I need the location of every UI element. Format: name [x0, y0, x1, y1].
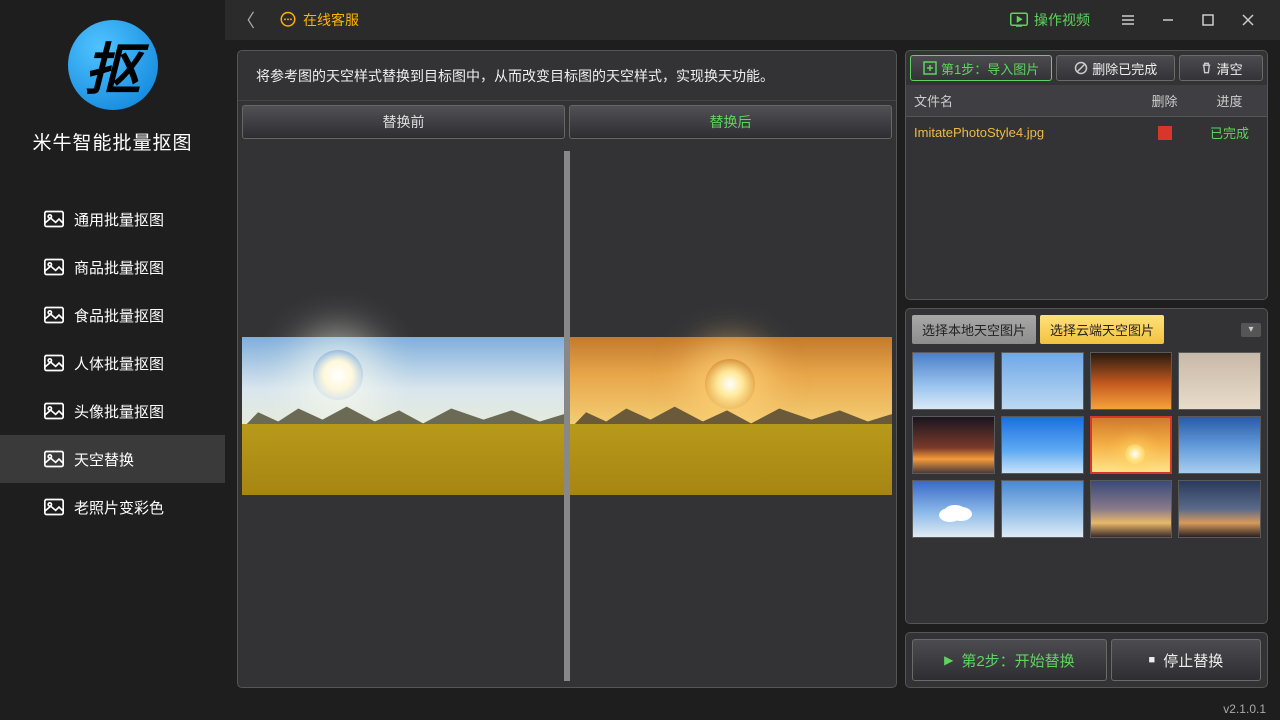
file-table-header: 文件名 删除 进度 [906, 85, 1267, 117]
sky-thumb[interactable] [912, 352, 995, 410]
import-button[interactable]: 第1步：导入图片 [910, 55, 1052, 81]
right-column: 第1步：导入图片 删除已完成 清空 文件名 删除 进度 ImitatePhoto… [905, 50, 1268, 688]
back-button[interactable]: 〈 [237, 7, 255, 33]
preview-split [242, 151, 892, 681]
nav-label: 通用批量抠图 [74, 209, 164, 230]
sky-thumb[interactable] [1090, 480, 1173, 538]
tab-before[interactable]: 替换前 [242, 105, 565, 139]
close-button[interactable] [1228, 0, 1268, 40]
sky-thumb-selected[interactable] [1090, 416, 1173, 474]
start-button[interactable]: 第2步：开始替换 [912, 639, 1107, 681]
operation-video[interactable]: 操作视频 [1010, 10, 1090, 30]
minimize-button[interactable] [1148, 0, 1188, 40]
online-support[interactable]: 在线客服 [279, 10, 359, 30]
delete-file-button[interactable] [1158, 126, 1172, 140]
trash-icon [1200, 61, 1213, 75]
file-panel: 第1步：导入图片 删除已完成 清空 文件名 删除 进度 ImitatePhoto… [905, 50, 1268, 300]
description: 将参考图的天空样式替换到目标图中，从而改变目标图的天空样式，实现换天功能。 [238, 51, 896, 101]
file-row[interactable]: ImitatePhotoStyle4.jpg 已完成 [906, 117, 1267, 148]
tab-local-sky[interactable]: 选择本地天空图片 [912, 315, 1036, 344]
sky-thumb[interactable] [912, 480, 995, 538]
preview-after [570, 151, 892, 681]
sky-thumb[interactable] [1178, 352, 1261, 410]
sky-thumb[interactable] [1178, 416, 1261, 474]
nav-label: 人体批量抠图 [74, 353, 164, 374]
menu-button[interactable] [1108, 0, 1148, 40]
tab-after[interactable]: 替换后 [569, 105, 892, 139]
collapse-toggle[interactable]: ▾ [1241, 323, 1261, 337]
nav-sky[interactable]: 天空替换 [0, 435, 225, 483]
clear-button[interactable]: 清空 [1179, 55, 1263, 81]
forbid-icon [1074, 61, 1088, 75]
maximize-button[interactable] [1188, 0, 1228, 40]
main-area: 将参考图的天空样式替换到目标图中，从而改变目标图的天空样式，实现换天功能。 替换… [225, 40, 1280, 696]
delete-done-button[interactable]: 删除已完成 [1056, 55, 1175, 81]
nav-label: 食品批量抠图 [74, 305, 164, 326]
sky-thumb[interactable] [1090, 352, 1173, 410]
app-logo: 抠 [68, 20, 158, 110]
col-delete: 删除 [1137, 85, 1192, 116]
sky-thumb[interactable] [1178, 480, 1261, 538]
nav-general[interactable]: 通用批量抠图 [0, 195, 225, 243]
nav-label: 商品批量抠图 [74, 257, 164, 278]
sidebar: 抠 米牛智能批量抠图 通用批量抠图 商品批量抠图 食品批量抠图 人体批量抠图 头… [0, 0, 225, 720]
clear-label: 清空 [1217, 59, 1243, 78]
nav-label: 老照片变彩色 [74, 497, 164, 518]
sky-thumbnails [912, 352, 1261, 538]
sky-thumb[interactable] [912, 416, 995, 474]
import-label: 第1步：导入图片 [941, 59, 1039, 78]
sky-thumb[interactable] [1001, 416, 1084, 474]
video-icon [1010, 12, 1028, 28]
stop-label: 停止替换 [1163, 650, 1223, 671]
sky-thumb[interactable] [1001, 480, 1084, 538]
nav-food[interactable]: 食品批量抠图 [0, 291, 225, 339]
support-label: 在线客服 [303, 10, 359, 30]
chat-icon [279, 11, 297, 29]
nav-avatar[interactable]: 头像批量抠图 [0, 387, 225, 435]
file-progress: 已完成 [1192, 117, 1267, 148]
nav-body[interactable]: 人体批量抠图 [0, 339, 225, 387]
preview-before [242, 151, 564, 681]
col-filename: 文件名 [906, 85, 1137, 116]
nav-list: 通用批量抠图 商品批量抠图 食品批量抠图 人体批量抠图 头像批量抠图 天空替换 … [0, 195, 225, 531]
nav-label: 头像批量抠图 [74, 401, 164, 422]
file-table-body: ImitatePhotoStyle4.jpg 已完成 [906, 117, 1267, 299]
delete-done-label: 删除已完成 [1092, 59, 1157, 78]
tab-cloud-sky[interactable]: 选择云端天空图片 [1040, 315, 1164, 344]
sky-select-panel: 选择本地天空图片 选择云端天空图片 ▾ [905, 308, 1268, 624]
file-name: ImitatePhotoStyle4.jpg [906, 119, 1137, 146]
stop-button[interactable]: 停止替换 [1111, 639, 1261, 681]
preview-panel: 将参考图的天空样式替换到目标图中，从而改变目标图的天空样式，实现换天功能。 替换… [237, 50, 897, 688]
import-icon [923, 61, 937, 75]
opvideo-label: 操作视频 [1034, 10, 1090, 30]
col-progress: 进度 [1192, 85, 1267, 116]
nav-colorize[interactable]: 老照片变彩色 [0, 483, 225, 531]
sky-thumb[interactable] [1001, 352, 1084, 410]
titlebar: 〈 在线客服 操作视频 [225, 0, 1280, 40]
start-label: 第2步：开始替换 [961, 650, 1074, 671]
nav-label: 天空替换 [74, 449, 134, 470]
version-label: v2.1.0.1 [1223, 702, 1266, 716]
app-name: 米牛智能批量抠图 [32, 128, 192, 155]
footer-panel: 第2步：开始替换 停止替换 [905, 632, 1268, 688]
nav-product[interactable]: 商品批量抠图 [0, 243, 225, 291]
